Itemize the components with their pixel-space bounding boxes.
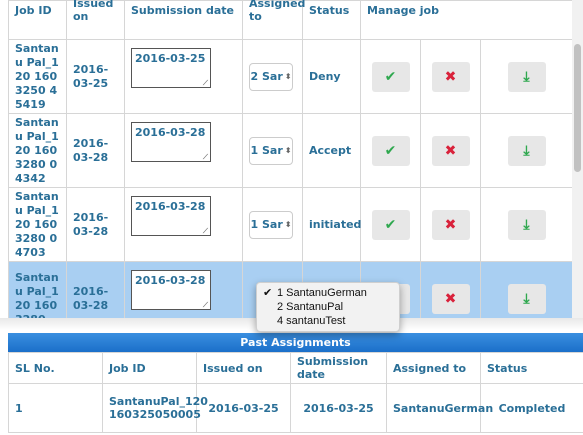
assigned-to-cell: SantanuGerman: [386, 383, 493, 433]
submission-date-cell: 2016-03-28 ⟋: [124, 261, 243, 318]
scrollbar-thumb[interactable]: [574, 44, 581, 172]
download-button[interactable]: ⤓: [507, 283, 546, 314]
header-issued-on: Issued on: [66, 0, 125, 40]
accept-button[interactable]: ✔: [371, 135, 410, 166]
header-submission-date: Submission date: [124, 0, 243, 40]
submission-date-cell: 2016-03-28 ⟋: [124, 187, 243, 262]
past-header-job-id: Job ID: [102, 352, 197, 384]
table-row: Santanu Pal_120 1603250 45419 2016-03-25…: [8, 39, 572, 114]
dropdown-option[interactable]: ✔ 1 SantanuGerman: [257, 286, 399, 300]
select-arrows-icon: ⬍: [284, 219, 292, 229]
cross-icon: ✖: [444, 290, 457, 307]
submission-date-cell: 2016-03-25: [290, 383, 387, 433]
deny-button[interactable]: ✖: [431, 135, 470, 166]
assigned-to-select[interactable]: 1 Sar ⬍: [249, 136, 293, 165]
download-button[interactable]: ⤓: [507, 209, 546, 240]
issued-on-cell: 2016-03-28: [66, 187, 125, 262]
job-id-cell: Santanu Pal_120 1603250 45419: [8, 39, 67, 114]
job-id-cell: Santanu Pal_120 1603280 04342: [8, 113, 67, 188]
assigned-to-dropdown-menu: ✔ 1 SantanuGerman 2 SantanuPal 4 santanuT…: [256, 282, 400, 332]
status-cell: Accept: [302, 113, 361, 188]
download-icon: ⤓: [523, 216, 530, 233]
status-cell: initiated: [302, 187, 361, 262]
cross-icon: ✖: [444, 216, 457, 233]
header-manage-job: Manage job: [359, 0, 572, 40]
issued-on-cell: 2016-03-25: [66, 39, 125, 114]
select-arrows-icon: ⬍: [284, 71, 292, 81]
sl-no-cell: 1: [8, 383, 103, 433]
assigned-to-select[interactable]: 2 Sar ⬍: [249, 62, 293, 91]
job-id-cell: Santanu Pal_120 1603280: [8, 261, 67, 318]
current-jobs-table: Job ID Issued on Submission date Assigne…: [8, 0, 572, 318]
past-header-submission-date: Submission date: [290, 352, 387, 384]
check-icon: ✔: [384, 68, 397, 85]
issued-on-cell: 2016-03-25: [196, 383, 291, 433]
deny-button[interactable]: ✖: [431, 61, 470, 92]
submission-date-cell: 2016-03-28 ⟋: [124, 113, 243, 188]
assigned-to-cell: 1 Sar ⬍: [242, 187, 303, 262]
job-id-cell: SantanuPal_120 160325050005: [102, 383, 208, 433]
resize-grip-icon[interactable]: ⟋: [203, 301, 209, 308]
dropdown-option[interactable]: 2 SantanuPal: [257, 300, 399, 314]
assigned-to-cell: 1 Sar ⬍: [242, 113, 303, 188]
past-header-assigned-to: Assigned to: [386, 352, 481, 384]
job-id-cell: Santanu Pal_120 1603280 04703: [8, 187, 67, 262]
accept-button[interactable]: ✔: [371, 209, 410, 240]
vertical-scrollbar[interactable]: [572, 0, 583, 318]
submission-date-input[interactable]: 2016-03-28: [131, 195, 211, 236]
submission-date-input[interactable]: 2016-03-25: [131, 47, 211, 88]
cross-icon: ✖: [444, 142, 457, 159]
download-icon: ⤓: [523, 290, 530, 307]
header-job-id: Job ID: [8, 0, 67, 40]
checkmark-icon: ✔: [263, 287, 273, 299]
dropdown-option[interactable]: 4 santanuTest: [257, 314, 399, 328]
cross-icon: ✖: [444, 68, 457, 85]
header-assigned-to: Assigned to: [242, 0, 305, 40]
past-header-sl-no: SL No.: [8, 352, 103, 384]
status-cell: Deny: [302, 39, 361, 114]
past-header-status: Status: [480, 352, 583, 384]
submission-date-input[interactable]: 2016-03-28: [131, 269, 211, 310]
check-icon: ✔: [384, 142, 397, 159]
past-header-issued-on: Issued on: [196, 352, 291, 384]
submission-date-input[interactable]: 2016-03-28: [131, 121, 211, 162]
check-icon: ✔: [384, 216, 397, 233]
deny-button[interactable]: ✖: [431, 283, 470, 314]
past-assignments-table: SL No. Job ID Issued on Submission date …: [8, 352, 583, 433]
past-assignments-header: Past Assignments: [8, 333, 583, 352]
deny-button[interactable]: ✖: [431, 209, 470, 240]
resize-grip-icon[interactable]: ⟋: [203, 79, 209, 86]
assigned-to-cell: 2 Sar ⬍: [242, 39, 303, 114]
resize-grip-icon[interactable]: ⟋: [203, 153, 209, 160]
download-button[interactable]: ⤓: [507, 61, 546, 92]
assigned-to-select[interactable]: 1 Sar ⬍: [249, 210, 293, 239]
table-row: Santanu Pal_120 1603280 04703 2016-03-28…: [8, 187, 572, 262]
accept-button[interactable]: ✔: [371, 61, 410, 92]
table-row: Santanu Pal_120 1603280 04342 2016-03-28…: [8, 113, 572, 188]
status-cell: Completed: [480, 383, 583, 433]
issued-on-cell: 2016-03-28: [66, 261, 125, 318]
table-row: 1 SantanuPal_120 160325050005 2016-03-25…: [8, 383, 583, 433]
select-arrows-icon: ⬍: [284, 145, 292, 155]
download-icon: ⤓: [523, 68, 530, 85]
issued-on-cell: 2016-03-28: [66, 113, 125, 188]
header-status: Status: [302, 0, 361, 40]
submission-date-cell: 2016-03-25 ⟋: [124, 39, 243, 114]
current-jobs-panel: Job ID Issued on Submission date Assigne…: [8, 0, 572, 318]
resize-grip-icon[interactable]: ⟋: [203, 227, 209, 234]
download-button[interactable]: ⤓: [507, 135, 546, 166]
download-icon: ⤓: [523, 142, 530, 159]
